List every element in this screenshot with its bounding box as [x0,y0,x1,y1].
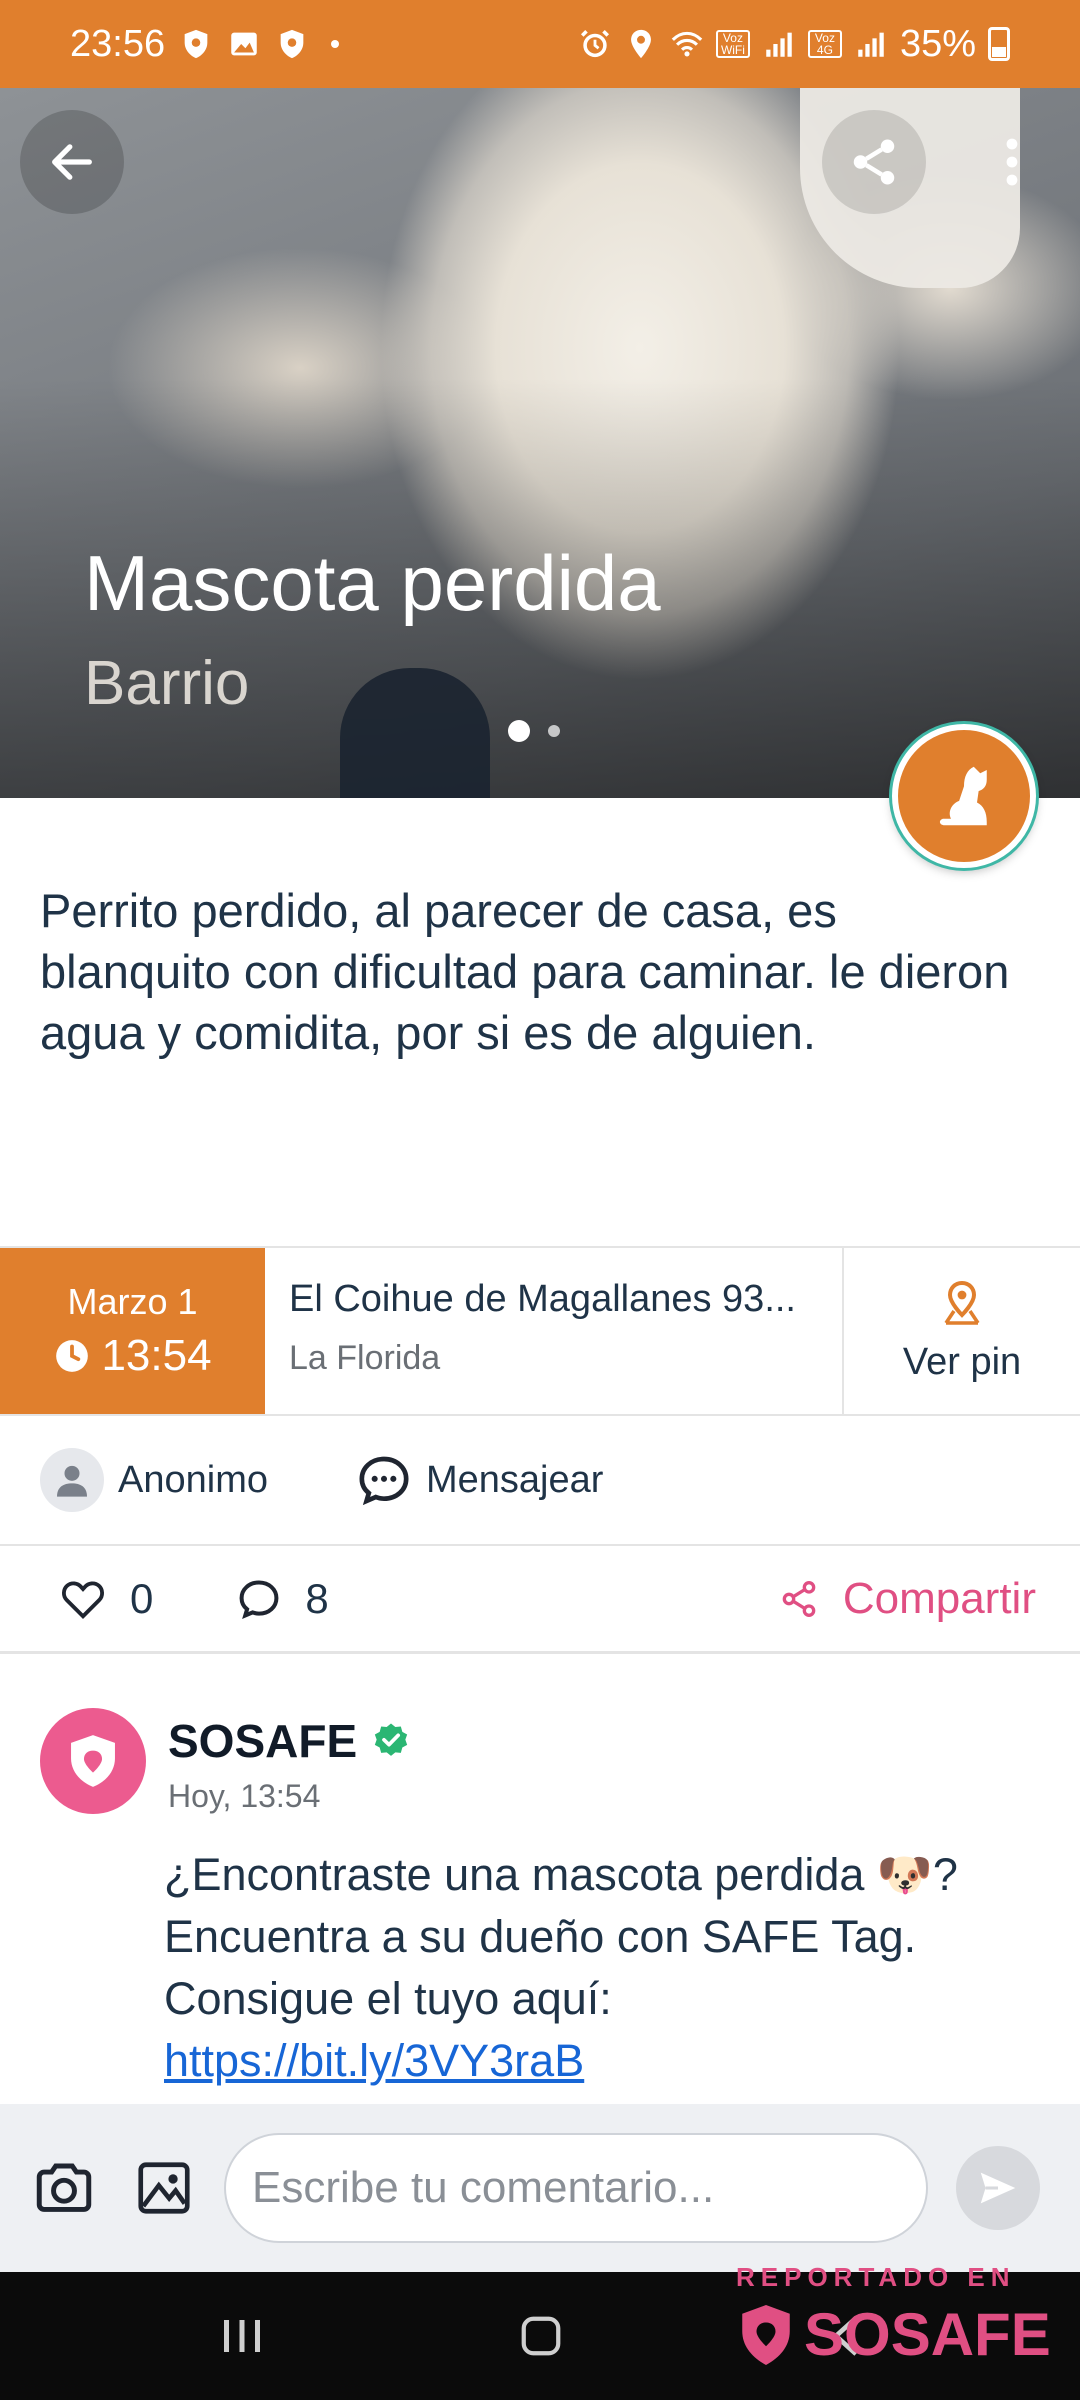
pet-category-badge [892,724,1036,868]
camera-icon [36,2163,92,2212]
sosafe-avatar [40,1708,146,1814]
watermark-brand: SOSAFE [804,2301,1051,2368]
like-count: 0 [130,1574,154,1622]
back-button[interactable] [20,110,124,214]
address-street: El Coihue de Magallanes 93... [289,1278,796,1320]
recent-apps-icon[interactable] [220,2312,264,2360]
shield-icon [184,29,208,59]
more-options-button[interactable] [960,110,1064,214]
send-icon [980,2172,1016,2204]
post-scope-subtitle: Barrio [84,649,250,718]
comment-link[interactable]: https://bit.ly/3VY3raB [164,2035,584,2086]
share-top-button[interactable] [822,110,926,214]
actions-row: 0 8 Compartir [0,1546,1080,1654]
comment-item: SOSAFE Hoy, 13:54 ¿Encontraste una masco… [0,1654,1080,2104]
signal-icon [766,32,792,57]
view-pin-label: Ver pin [902,1340,1022,1383]
user-icon [57,1465,87,1497]
hero-image[interactable]: Mascota perdida Barrio [0,88,1080,798]
dog-icon [939,766,987,826]
comment-time: Hoy, 13:54 [168,1778,321,1814]
voz-4g-badge: Voz 4G [807,30,842,58]
comment-author-name: SOSAFE [168,1715,358,1767]
battery-percent: 35% [899,22,976,65]
author-name: Anonimo [118,1458,268,1501]
comment-count: 8 [305,1574,329,1622]
map-pin-icon [944,1280,980,1325]
address-city: La Florida [289,1339,441,1377]
comment-text: ¿Encontraste una mascota perdida 🐶? Encu… [164,1849,958,2024]
time-label: 13:54 [101,1331,212,1380]
watermark-label: REPORTADO EN [736,2262,1016,2292]
message-label: Mensajear [425,1458,604,1501]
comment-author: SOSAFE [168,1714,411,1768]
battery-icon [988,27,1010,61]
image-icon [138,2162,190,2214]
arrow-left-icon [52,144,92,180]
alarm-icon [580,29,609,58]
message-button[interactable]: Mensajear [356,1452,603,1508]
share-icon [782,1580,816,1617]
comment-icon [239,1579,279,1619]
gallery-button[interactable] [124,2148,204,2228]
wifi-icon [671,31,703,57]
author-info: Anonimo [40,1448,268,1512]
voz-wifi-badge: Voz WiFi [715,30,750,58]
avatar [40,1448,104,1512]
send-button[interactable] [956,2146,1040,2230]
verified-badge-icon [374,1723,408,1756]
date-box: Marzo 1 13:54 [0,1248,265,1414]
author-row: Anonimo Mensajear [0,1416,1080,1546]
photo-shoe [340,668,490,798]
shield-icon [280,29,304,59]
watermark-logo: SOSAFE [736,2300,1051,2369]
signal-icon [858,32,884,57]
comments-button[interactable]: 8 [237,1574,329,1623]
more-vertical-icon [1006,138,1018,186]
camera-button[interactable] [24,2148,104,2228]
view-pin-button[interactable]: Ver pin [844,1248,1080,1414]
post-info-row: Marzo 1 13:54 El Coihue de Magallanes 93… [0,1246,1080,1416]
chat-bubble-icon [359,1456,409,1506]
sosafe-logo-icon [71,1735,115,1787]
carousel-dot [548,725,560,737]
date-time: 13:54 [53,1331,212,1381]
post-category-title: Mascota perdida [84,539,661,627]
date-month: Marzo 1 [67,1281,198,1322]
gallery-icon [231,32,257,56]
heart-icon [61,1581,105,1619]
comment-input-bar [0,2104,1080,2272]
carousel-dot-active [508,720,530,742]
share-icon [853,139,895,185]
like-button[interactable]: 0 [60,1575,153,1623]
status-time: 23:56 [70,22,166,65]
status-bar: 23:56 Voz WiFi Voz 4G 35% [0,0,1080,88]
home-icon[interactable] [518,2312,564,2360]
share-label: Compartir [842,1573,1036,1623]
dot-icon [331,40,340,48]
clock-icon [56,1340,89,1372]
sosafe-shield-icon [742,2304,790,2365]
address-box[interactable]: El Coihue de Magallanes 93... La Florida [265,1248,844,1414]
share-button[interactable]: Compartir [779,1574,1036,1624]
comment-input[interactable] [224,2133,928,2243]
carousel-indicator [508,720,560,742]
location-icon [631,29,651,59]
comment-body: ¿Encontraste una mascota perdida 🐶? Encu… [164,1844,964,2092]
post-description: Perrito perdido, al parecer de casa, es … [40,884,1010,1059]
